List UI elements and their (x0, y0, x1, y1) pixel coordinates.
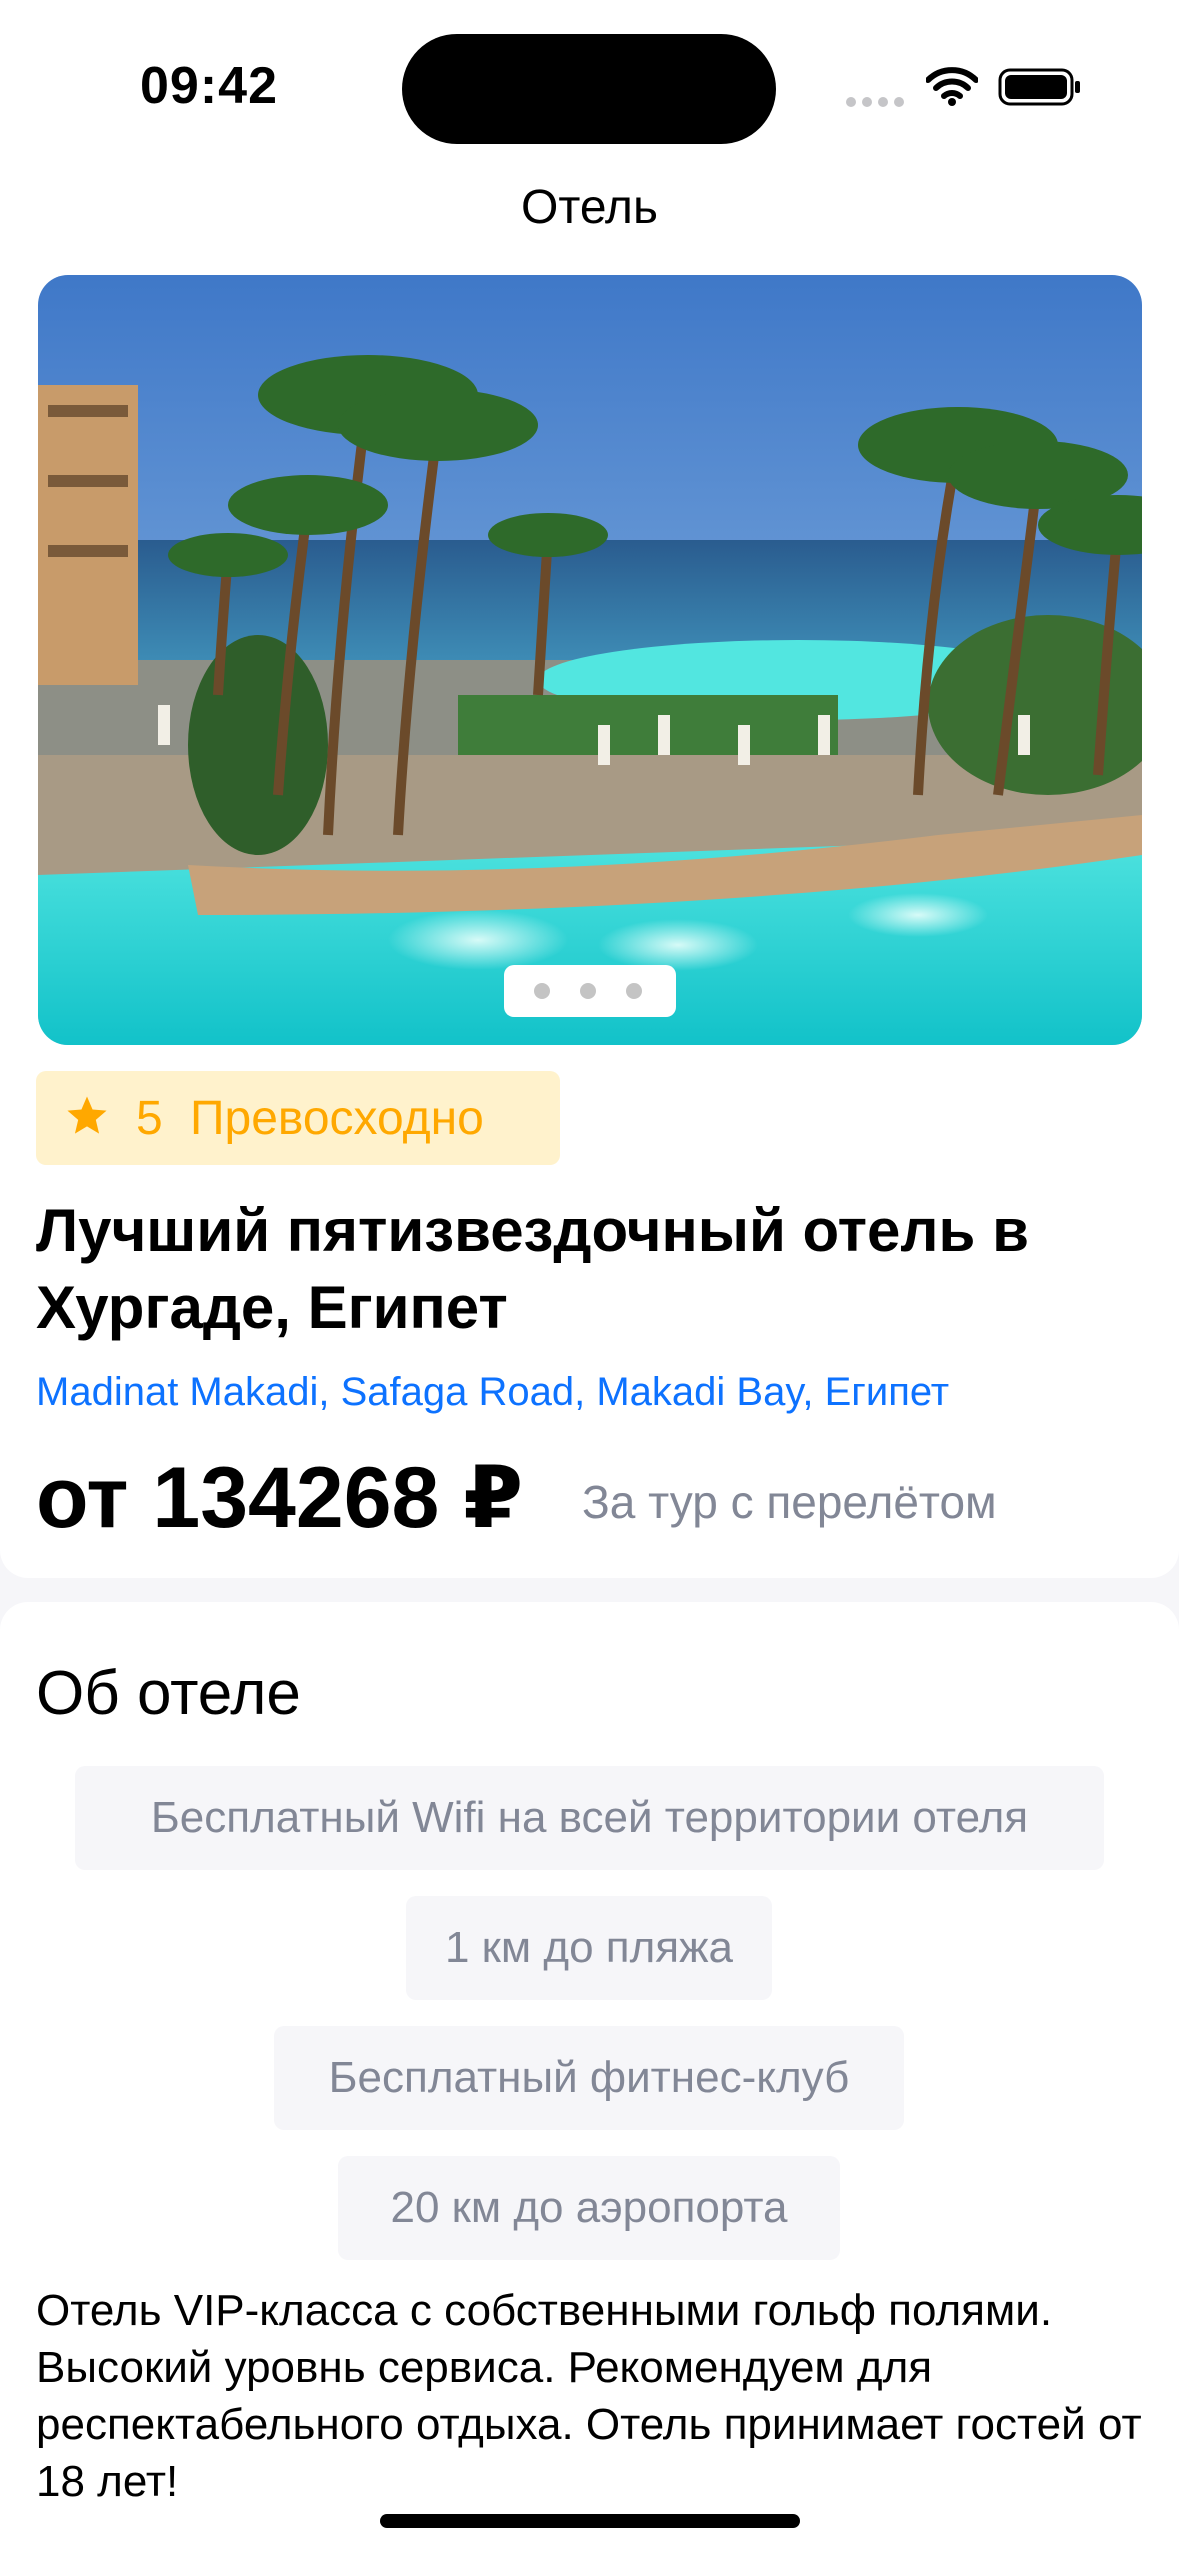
rating-value: 5 (136, 1092, 163, 1145)
carousel-page-indicator[interactable] (504, 965, 676, 1017)
photo-carousel[interactable] (38, 275, 1142, 1045)
page-dot-2[interactable] (580, 983, 596, 999)
feature-chip: 1 км до пляжа (406, 1896, 772, 2000)
hotel-screen: 09:42 Отель 5 Превосходно Лучший пятизве… (0, 0, 1179, 2556)
battery-icon (998, 68, 1082, 106)
hotel-pool-photo (38, 275, 1142, 1045)
star-icon (67, 1096, 107, 1134)
page-title: Отель (521, 181, 658, 234)
hotel-description: Отель VIP-класса с собственными гольф по… (36, 2286, 1142, 2506)
price-note: За тур с перелётом (582, 1476, 997, 1528)
page-dot-3[interactable] (626, 983, 642, 999)
feature-chip: Бесплатный фитнес-клуб (274, 2026, 904, 2130)
home-indicator[interactable] (380, 2514, 800, 2528)
status-time: 09:42 (140, 57, 278, 115)
hotel-price: от 134268 ₽ (36, 1450, 524, 1546)
about-hotel-card: Об отеле Бесплатный Wifi на всей террито… (0, 1602, 1179, 2556)
wifi-icon (925, 66, 979, 106)
hotel-name: Лучший пятизвездочный отель в Хургаде, Е… (36, 1197, 1029, 1341)
rating-badge: 5 Превосходно (36, 1071, 560, 1165)
about-title: Об отеле (36, 1659, 301, 1728)
page-dot-1[interactable] (534, 983, 550, 999)
hotel-summary-card: 09:42 Отель 5 Превосходно Лучший пятизве… (0, 0, 1179, 1578)
feature-chip: 20 км до аэропорта (338, 2156, 840, 2260)
cellular-signal-icon (846, 97, 904, 107)
hotel-address-link[interactable]: Madinat Makadi, Safaga Road, Makadi Bay,… (36, 1370, 1146, 1415)
status-bar: 09:42 (0, 0, 1179, 170)
feature-chip: Бесплатный Wifi на всей территории отеля (75, 1766, 1104, 1870)
dynamic-island (402, 34, 776, 144)
rating-label: Превосходно (190, 1092, 484, 1145)
